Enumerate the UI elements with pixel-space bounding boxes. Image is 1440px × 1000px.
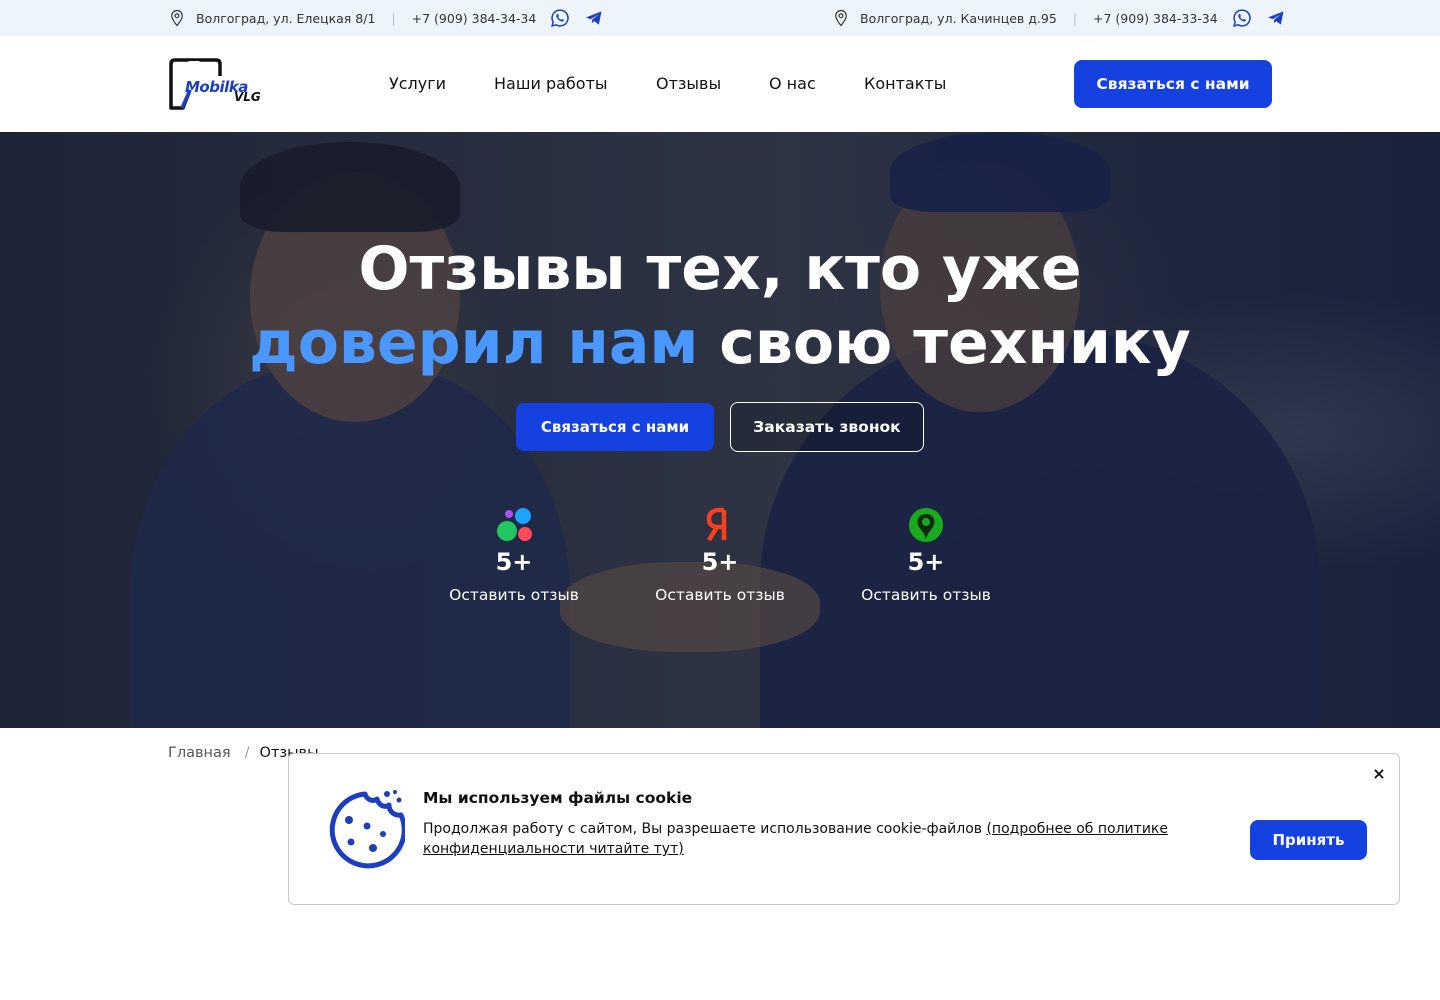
cookie-title: Мы используем файлы cookie	[423, 789, 693, 807]
hero-callback-button[interactable]: Заказать звонок	[730, 402, 924, 452]
leave-review-link[interactable]: Оставить отзыв	[630, 586, 810, 604]
breadcrumb-home[interactable]: Главная	[168, 745, 231, 761]
2gis-icon	[909, 508, 943, 542]
nav-item-works[interactable]: Наши работы	[494, 74, 608, 93]
close-icon[interactable]: ×	[1371, 764, 1387, 784]
topbar-contacts-right: Волгоград, ул. Качинцев д.95 | +7 (909) …	[832, 0, 1286, 36]
topbar-phone-link[interactable]: +7 (909) 384-34-34	[412, 11, 537, 26]
hero-title: Отзывы тех, кто уже доверил нам свою тех…	[0, 232, 1440, 380]
hero-section: Отзывы тех, кто уже доверил нам свою тех…	[0, 132, 1440, 728]
review-count: 5+	[701, 548, 739, 576]
topbar-contacts-left: Волгоград, ул. Елецкая 8/1 | +7 (909) 38…	[168, 0, 604, 36]
review-count: 5+	[907, 548, 945, 576]
hero-title-accent: доверил нам	[249, 308, 699, 378]
topbar-address: Волгоград, ул. Елецкая 8/1	[196, 10, 376, 26]
telegram-icon[interactable]	[584, 8, 604, 28]
review-count: 5+	[495, 548, 533, 576]
header-contact-button[interactable]: Связаться с нами	[1074, 60, 1272, 108]
location-pin-icon	[835, 9, 847, 27]
whatsapp-icon[interactable]	[550, 8, 570, 28]
topbar-separator: |	[1072, 10, 1078, 26]
hero-title-line1: Отзывы тех, кто уже	[358, 234, 1082, 304]
topbar-phone-link[interactable]: +7 (909) 384-33-34	[1093, 11, 1218, 26]
logo-sub: VLG	[234, 90, 261, 104]
site-header: Mobilka VLG Услуги Наши работы Отзывы О …	[0, 36, 1440, 132]
yandex-icon	[706, 507, 727, 542]
nav-item-services[interactable]: Услуги	[389, 74, 446, 93]
site-logo[interactable]: Mobilka VLG	[168, 58, 264, 110]
review-stat-yandex: 5+ Оставить отзыв	[630, 506, 810, 604]
hero-title-rest: свою технику	[698, 308, 1191, 378]
leave-review-link[interactable]: Оставить отзыв	[424, 586, 604, 604]
topbar-address: Волгоград, ул. Качинцев д.95	[860, 10, 1057, 26]
cookie-text-body: Продолжая работу с сайтом, Вы разрешаете…	[423, 821, 987, 837]
breadcrumb-separator: /	[244, 745, 250, 761]
cookie-text: Продолжая работу с сайтом, Вы разрешаете…	[423, 819, 1203, 859]
cookie-icon	[329, 790, 405, 869]
review-stat-flamp: 5+ Оставить отзыв	[424, 506, 604, 604]
flamp-icon	[497, 508, 532, 541]
cookie-banner: Мы используем файлы cookie Продолжая раб…	[288, 753, 1400, 905]
nav-item-contacts[interactable]: Контакты	[864, 74, 946, 93]
review-stat-2gis: 5+ Оставить отзыв	[836, 506, 1016, 604]
location-pin-icon	[171, 9, 183, 27]
nav-item-reviews[interactable]: Отзывы	[656, 74, 721, 93]
whatsapp-icon[interactable]	[1232, 8, 1252, 28]
hero-overlay	[0, 132, 1440, 728]
top-bar: Волгоград, ул. Елецкая 8/1 | +7 (909) 38…	[0, 0, 1440, 36]
topbar-separator: |	[391, 10, 396, 26]
telegram-icon[interactable]	[1266, 8, 1286, 28]
cookie-accept-button[interactable]: Принять	[1250, 820, 1367, 860]
hero-contact-button[interactable]: Связаться с нами	[516, 403, 714, 451]
leave-review-link[interactable]: Оставить отзыв	[836, 586, 1016, 604]
nav-item-about[interactable]: О нас	[769, 74, 816, 93]
